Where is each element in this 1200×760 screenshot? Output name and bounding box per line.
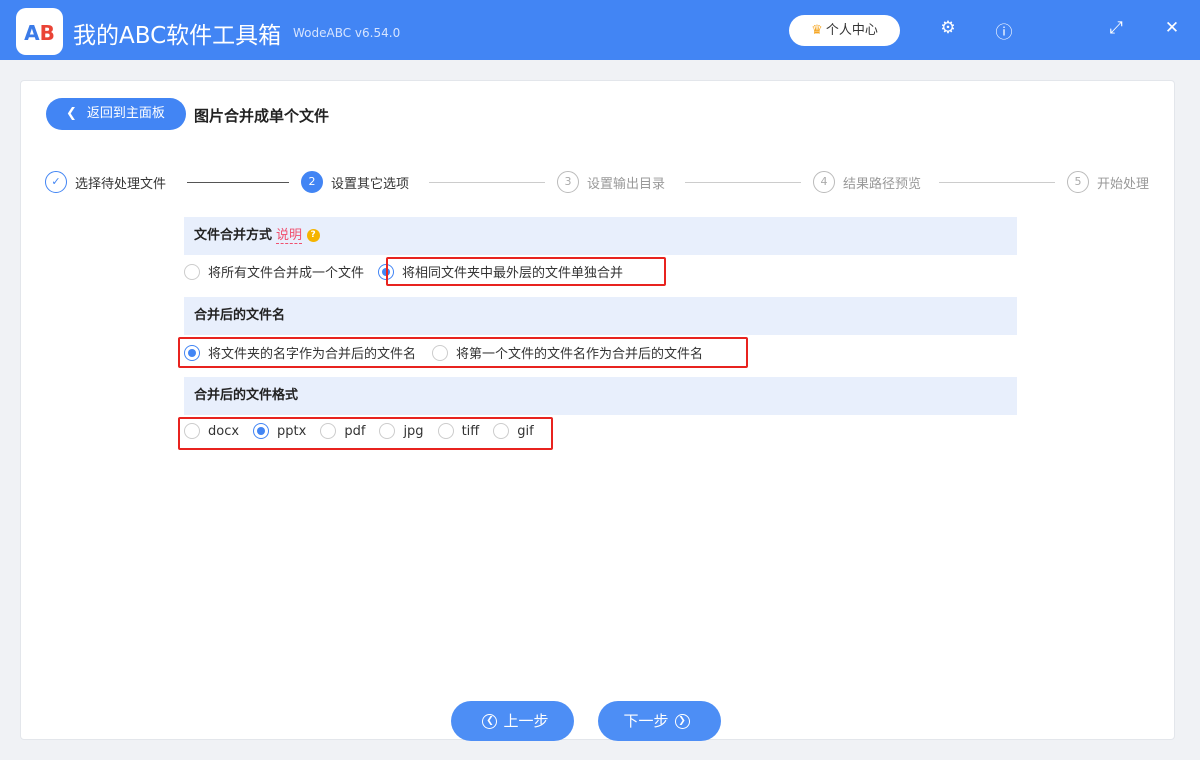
app-version: WodeABC v6.54.0: [293, 26, 401, 40]
prev-step-button[interactable]: ❮ 上一步: [451, 701, 574, 741]
circle-chevron-right-icon: ❯: [674, 714, 690, 729]
main-panel: ❮ 返回到主面板 图片合并成单个文件 ✓ 选择待处理文件 2 设置其它选项 3 设置输出…: [20, 80, 1175, 741]
prev-label: 上一步: [503, 712, 549, 730]
user-center-button[interactable]: ♛ 个人中心: [789, 15, 900, 46]
step-label: 开始处理: [1097, 176, 1150, 192]
user-center-label: 个人中心: [825, 23, 878, 38]
title-bar: AB 我的ABC软件工具箱 WodeABC v6.54.0 ♛ 个人中心 ⚙ ⓘ …: [0, 0, 1200, 60]
section-format: 合并后的文件格式: [184, 377, 1017, 415]
step-label: 设置输出目录: [587, 176, 666, 192]
step-4: 4 结果路径预览: [813, 171, 921, 193]
radio-merge-all[interactable]: 将所有文件合并成一个文件: [184, 262, 364, 281]
step-number: 2: [301, 171, 323, 193]
step-5: 5 开始处理: [1067, 171, 1149, 193]
step-number: 4: [813, 171, 835, 193]
step-label: 设置其它选项: [331, 176, 410, 192]
help-icon[interactable]: ⓘ: [992, 18, 1016, 43]
highlight-box: [178, 417, 553, 450]
next-label: 下一步: [623, 712, 669, 730]
highlight-box: [386, 257, 666, 286]
page-title: 图片合并成单个文件: [194, 107, 330, 125]
step-3: 3 设置输出目录: [557, 171, 665, 193]
app-logo: AB: [16, 8, 63, 55]
settings-icon[interactable]: ⚙: [936, 18, 960, 38]
option-label: 将所有文件合并成一个文件: [208, 266, 365, 281]
close-icon[interactable]: ✕: [1160, 18, 1184, 38]
step-1: ✓ 选择待处理文件: [45, 171, 166, 193]
step-connector: [939, 182, 1055, 183]
back-to-main-button[interactable]: ❮ 返回到主面板: [46, 98, 186, 130]
section-title: 合并后的文件格式: [194, 388, 299, 403]
step-label: 结果路径预览: [843, 176, 922, 192]
next-step-button[interactable]: 下一步 ❯: [598, 701, 721, 741]
highlight-box: [178, 337, 748, 368]
step-label: 选择待处理文件: [75, 176, 167, 192]
step-number: 3: [557, 171, 579, 193]
maximize-icon[interactable]: ⤢: [1104, 18, 1128, 38]
step-connector: [429, 182, 545, 183]
step-connector: [685, 182, 801, 183]
section-title: 合并后的文件名: [194, 308, 286, 323]
section-file-name: 合并后的文件名: [184, 297, 1017, 335]
section-title: 文件合并方式: [194, 228, 273, 243]
step-2: 2 设置其它选项: [301, 171, 409, 193]
question-icon[interactable]: ?: [306, 229, 320, 242]
check-icon: ✓: [45, 171, 67, 193]
circle-chevron-left-icon: ❮: [482, 714, 498, 729]
step-number: 5: [1067, 171, 1089, 193]
back-label: 返回到主面板: [86, 106, 165, 121]
chevron-left-icon: ❮: [66, 106, 77, 121]
crown-icon: ♛: [811, 23, 823, 38]
step-connector: [187, 182, 289, 183]
app-title: 我的ABC软件工具箱: [73, 23, 282, 49]
radio-button[interactable]: [184, 263, 200, 280]
section-merge-mode: 文件合并方式 说明 ?: [184, 217, 1017, 255]
explain-link[interactable]: 说明: [276, 228, 303, 244]
